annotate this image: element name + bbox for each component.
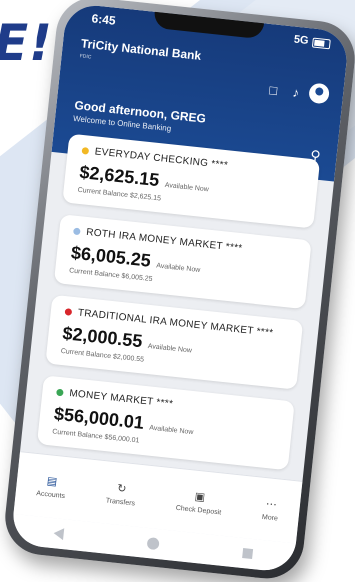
account-card[interactable]: MONEY MARKET **** $56,000.01 Available N… [36,375,295,471]
tab-accounts[interactable]: ▤ Accounts [36,473,67,500]
more-icon: ⋯ [265,498,278,512]
available-label: Available Now [155,262,201,275]
account-color-dot [73,227,81,236]
fdic-notice: FDIC [79,53,92,61]
tab-transfers[interactable]: ↻ Transfers [105,481,137,508]
tab-label: Accounts [35,490,66,501]
camera-icon: ▣ [194,490,206,504]
wallet-icon: ▤ [46,475,58,489]
available-label: Available Now [148,424,194,437]
account-card[interactable]: ROTH IRA MONEY MARKET **** $6,005.25 Ava… [53,214,312,310]
phone-screen: 6:45 5G TriCity National Bank FDIC □ ♪ G… [10,2,350,574]
transfer-icon: ↻ [116,482,127,496]
available-amount: $6,005.25 [70,242,152,271]
account-list: EVERYDAY CHECKING **** $2,625.15 Availab… [36,133,321,483]
status-time: 6:45 [90,11,117,28]
signal-indicator: 5G [293,33,310,48]
message-icon[interactable]: □ [269,82,278,98]
tab-label: Transfers [105,497,136,508]
available-label: Available Now [164,181,210,194]
tab-check-deposit[interactable]: ▣ Check Deposit [175,488,223,517]
bell-icon[interactable]: ♪ [292,85,300,101]
back-icon[interactable] [53,527,65,541]
account-card[interactable]: TRADITIONAL IRA MONEY MARKET **** $2,000… [45,294,304,390]
tab-more[interactable]: ⋯ More [261,497,280,523]
phone: 6:45 5G TriCity National Bank FDIC □ ♪ G… [1,0,355,582]
bank-logo: TriCity National Bank [80,36,202,63]
avatar[interactable] [308,82,331,105]
slogan-text: E! [0,14,53,72]
home-icon[interactable] [146,536,160,551]
tab-label: Check Deposit [175,504,222,517]
account-color-dot [56,388,64,397]
battery-icon [311,37,331,50]
recent-apps-icon[interactable] [242,548,254,560]
available-amount: $2,000.55 [61,323,144,352]
tab-label: More [261,513,279,523]
available-label: Available Now [147,342,193,355]
available-amount: $2,625.15 [78,161,161,191]
account-color-dot [64,308,73,316]
account-color-dot [81,147,90,155]
